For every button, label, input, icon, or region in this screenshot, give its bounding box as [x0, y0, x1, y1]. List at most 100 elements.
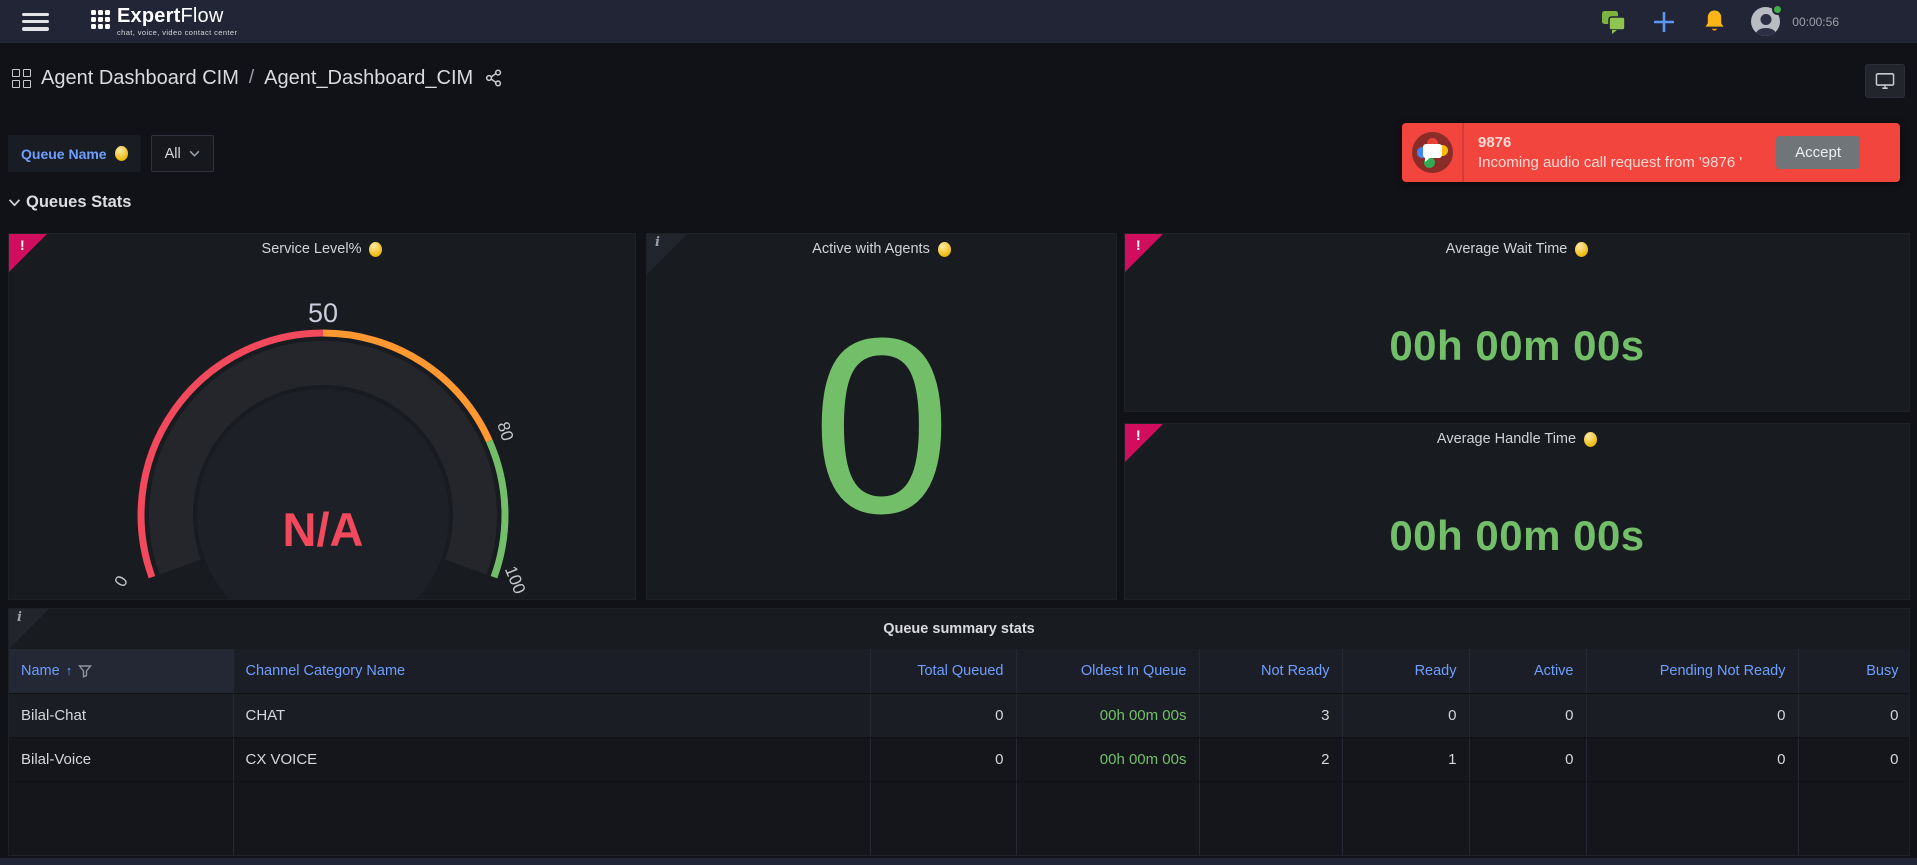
cell-oldest-in-queue: 00h 00m 00s [1016, 693, 1199, 737]
cell-ready: 1 [1342, 737, 1469, 781]
column-header-name[interactable]: Name ↑ [9, 649, 233, 693]
call-app-icon [1412, 132, 1453, 173]
error-exclamation-icon[interactable]: ! [1136, 427, 1141, 443]
panel-error-corner[interactable] [9, 234, 47, 272]
error-exclamation-icon[interactable]: ! [20, 237, 25, 253]
table-header-row: Name ↑ Channel Category Name Total Queue… [9, 649, 1910, 693]
column-header-total-queued[interactable]: Total Queued [870, 649, 1016, 693]
table-row: Bilal-Chat CHAT 0 00h 00m 00s 3 0 0 0 0 [9, 693, 1910, 737]
hamburger-menu-icon[interactable] [22, 13, 49, 31]
sort-asc-icon[interactable]: ↑ [66, 663, 73, 678]
brand-tagline: chat, voice, video contact center [117, 29, 237, 37]
brand-logo[interactable]: ExpertFlow chat, voice, video contact ce… [91, 6, 237, 37]
breadcrumb-dashboard[interactable]: Agent_Dashboard_CIM [264, 67, 473, 90]
annotation-dot[interactable] [938, 242, 951, 257]
avatar[interactable] [1751, 7, 1780, 36]
cell-active: 0 [1469, 693, 1586, 737]
cell-ready: 0 [1342, 693, 1469, 737]
queue-name-filter[interactable]: Queue Name [8, 135, 141, 172]
chat-icon[interactable] [1601, 9, 1627, 35]
cell-not-ready: 2 [1199, 737, 1342, 781]
cycle-view-button[interactable] [1865, 64, 1905, 98]
error-exclamation-icon[interactable]: ! [1136, 237, 1141, 253]
brand-name: ExpertFlow [117, 6, 237, 26]
annotation-dot[interactable] [369, 242, 382, 257]
presence-dot [1772, 4, 1783, 15]
session-timer: 00:00:56 [1792, 15, 1839, 29]
call-message: Incoming audio call request from '9876 ' [1478, 154, 1762, 171]
panel-title-average-handle-time[interactable]: Average Handle Time [1125, 431, 1909, 447]
plus-icon[interactable] [1651, 9, 1677, 35]
breadcrumb-separator: / [249, 67, 254, 89]
bell-icon[interactable] [1701, 9, 1727, 35]
column-header-pending-not-ready[interactable]: Pending Not Ready [1586, 649, 1798, 693]
filter-icon[interactable] [78, 664, 92, 678]
cell-busy: 0 [1798, 737, 1910, 781]
footer-strip [0, 858, 1917, 865]
share-icon[interactable] [485, 69, 503, 87]
panel-info-corner[interactable] [647, 234, 687, 274]
average-wait-time-panel: ! Average Wait Time 00h 00m 00s [1124, 233, 1910, 412]
info-icon[interactable]: i [655, 235, 660, 250]
queue-summary-panel: i Queue summary stats Name ↑ Channel Cat… [8, 608, 1910, 856]
cell-not-ready: 3 [1199, 693, 1342, 737]
queue-name-value-dropdown[interactable]: All [151, 135, 214, 172]
chevron-down-icon [189, 150, 200, 157]
section-title: Queues Stats [26, 193, 131, 212]
table-title: Queue summary stats [9, 609, 1909, 649]
cell-channel: CX VOICE [233, 737, 870, 781]
cell-pending-not-ready: 0 [1586, 693, 1798, 737]
cell-active: 0 [1469, 737, 1586, 781]
queues-stats-section-toggle[interactable]: Queues Stats [8, 193, 131, 212]
breadcrumb: Agent Dashboard CIM / Agent_Dashboard_CI… [12, 62, 503, 94]
panel-title-active-with-agents[interactable]: Active with Agents [647, 241, 1116, 257]
column-header-channel-category[interactable]: Channel Category Name [233, 649, 870, 693]
column-header-active[interactable]: Active [1469, 649, 1586, 693]
gauge-label-50: 50 [308, 298, 338, 328]
gauge-label-80: 80 [493, 419, 517, 443]
panel-error-corner[interactable] [1125, 234, 1163, 272]
cell-channel: CHAT [233, 693, 870, 737]
average-handle-time-value: 00h 00m 00s [1125, 512, 1909, 560]
breadcrumb-folder[interactable]: Agent Dashboard CIM [41, 67, 239, 90]
column-header-not-ready[interactable]: Not Ready [1199, 649, 1342, 693]
cell-name: Bilal-Voice [9, 737, 233, 781]
gauge-label-100: 100 [501, 563, 529, 596]
monitor-icon [1875, 72, 1895, 90]
gauge-label-0: 0 [111, 572, 132, 590]
panel-error-corner[interactable] [1125, 424, 1163, 462]
brand-dots-icon [91, 10, 110, 29]
annotation-dot[interactable] [1584, 432, 1597, 447]
panel-title-service-level[interactable]: Service Level% [9, 241, 635, 257]
service-level-panel: ! Service Level% 50 0 80 100 N/A [8, 233, 636, 600]
annotation-dot[interactable] [1575, 242, 1588, 257]
service-level-gauge: 50 0 80 100 N/A [9, 234, 636, 600]
queue-summary-table: Name ↑ Channel Category Name Total Queue… [9, 649, 1910, 856]
filter-row: Queue Name All [8, 135, 214, 172]
active-with-agents-value: 0 [812, 301, 951, 551]
panel-title-average-wait-time[interactable]: Average Wait Time [1125, 241, 1909, 257]
caller-id: 9876 [1478, 134, 1762, 151]
dashboards-grid-icon[interactable] [12, 69, 31, 88]
gauge-value: N/A [283, 503, 364, 556]
annotation-dot[interactable] [115, 146, 128, 161]
cell-pending-not-ready: 0 [1586, 737, 1798, 781]
queue-name-label: Queue Name [21, 146, 107, 162]
accept-call-button[interactable]: Accept [1776, 136, 1860, 169]
chevron-down-icon [8, 198, 21, 207]
info-icon[interactable]: i [17, 610, 22, 625]
cell-oldest-in-queue: 00h 00m 00s [1016, 737, 1199, 781]
table-empty-area [9, 781, 1910, 856]
average-handle-time-panel: ! Average Handle Time 00h 00m 00s [1124, 423, 1910, 600]
panel-info-corner[interactable] [9, 609, 49, 649]
column-header-ready[interactable]: Ready [1342, 649, 1469, 693]
cell-name: Bilal-Chat [9, 693, 233, 737]
active-with-agents-panel: i Active with Agents 0 [646, 233, 1117, 600]
column-header-busy[interactable]: Busy [1798, 649, 1910, 693]
table-row: Bilal-Voice CX VOICE 0 00h 00m 00s 2 1 0… [9, 737, 1910, 781]
average-wait-time-value: 00h 00m 00s [1125, 322, 1909, 370]
cell-total-queued: 0 [870, 693, 1016, 737]
column-header-oldest-in-queue[interactable]: Oldest In Queue [1016, 649, 1199, 693]
cell-total-queued: 0 [870, 737, 1016, 781]
cell-busy: 0 [1798, 693, 1910, 737]
